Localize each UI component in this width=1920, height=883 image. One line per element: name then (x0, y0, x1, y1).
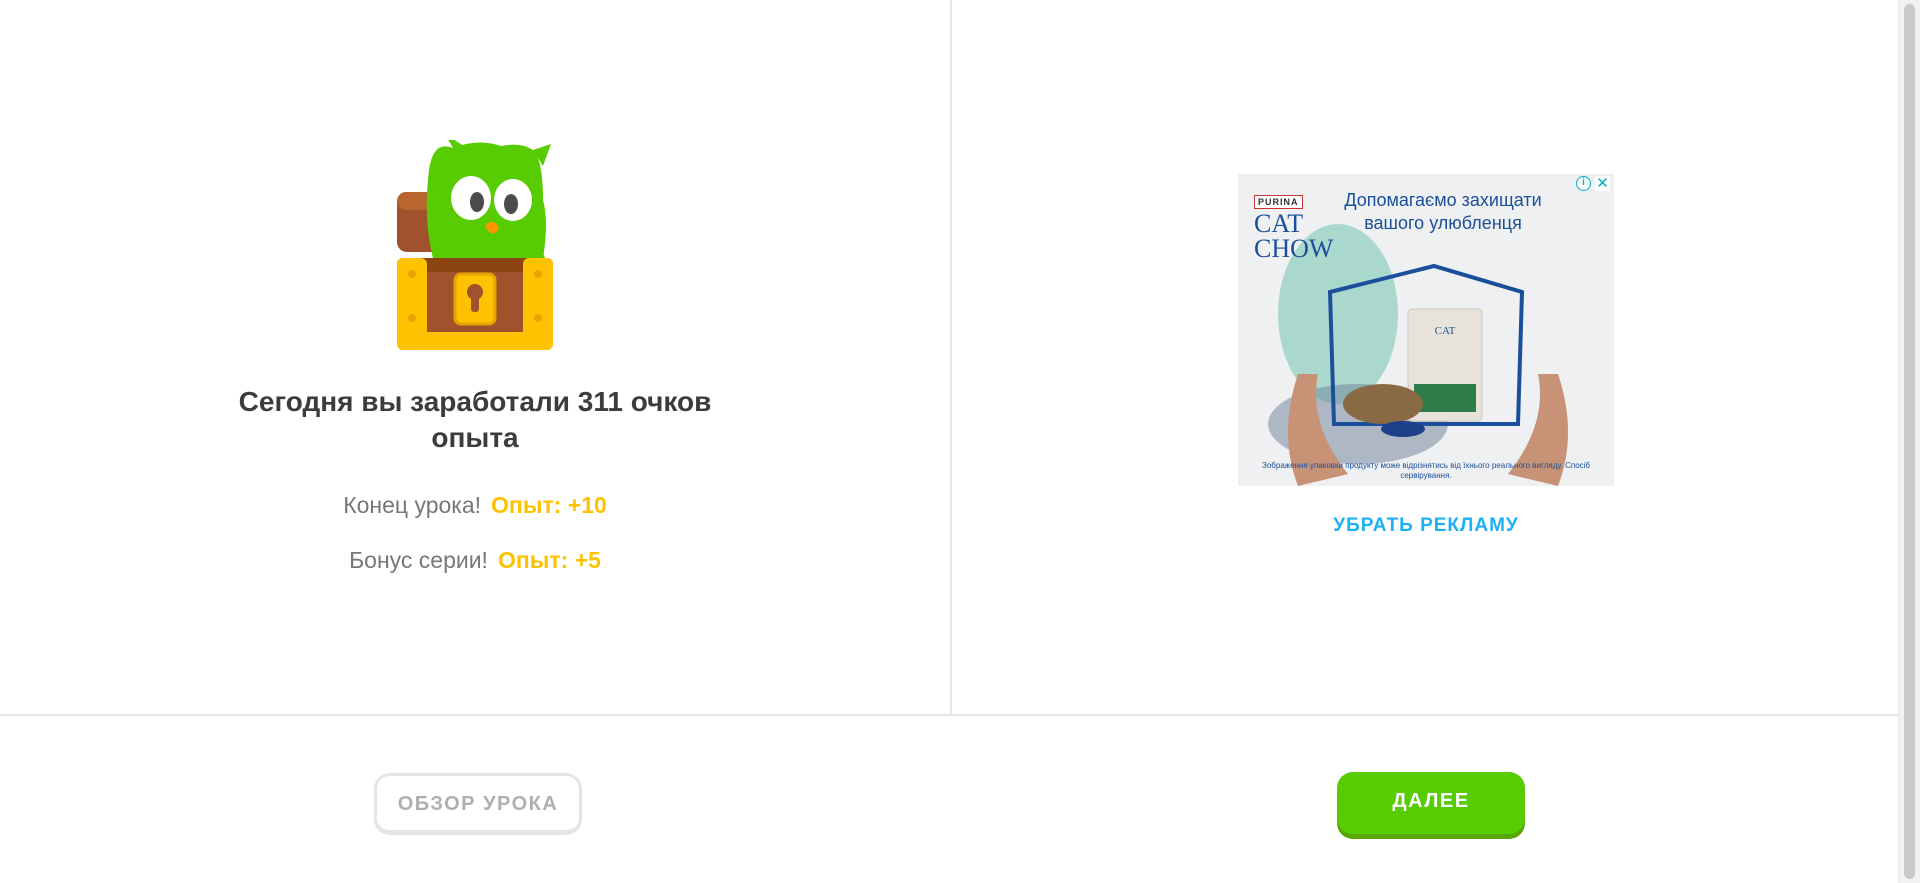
footer-bar: ОБЗОР УРОКА ДАЛЕЕ (0, 716, 1898, 883)
lesson-complete-xp-value: Опыт: +10 (491, 492, 607, 518)
main-panel: Сегодня вы заработали 311 очков опыта Ко… (0, 0, 1898, 716)
ad-close-icon[interactable]: ✕ (1595, 176, 1610, 191)
vertical-scrollbar[interactable] (1898, 0, 1920, 883)
scrollbar-thumb[interactable] (1904, 4, 1915, 879)
ad-headline: Допомагаємо захищати вашого улюбленця (1344, 190, 1542, 233)
continue-button[interactable]: ДАЛЕЕ (1337, 772, 1525, 834)
streak-bonus-xp-value: Опыт: +5 (497, 547, 601, 573)
ad-disclaimer: Зображення упаковки продукту може відріз… (1262, 461, 1590, 480)
lesson-complete-label: Конец урока! (343, 492, 482, 518)
ad-brand-logo: PURINA CAT CHOW (1254, 192, 1340, 263)
lesson-complete-xp-row: Конец урока! Опыт: +10 (200, 490, 750, 520)
ad-controls: i ✕ (1576, 176, 1610, 191)
ad-panel: CAT PURINA CAT CHOW Допомагаємо захищати… (952, 0, 1898, 714)
ad-brand-top: PURINA (1254, 195, 1303, 209)
ad-info-icon[interactable]: i (1576, 176, 1591, 191)
streak-bonus-xp-row: Бонус серии! Опыт: +5 (200, 545, 750, 575)
results-panel: Сегодня вы заработали 311 очков опыта Ко… (0, 0, 950, 714)
owl-in-treasure-chest-icon (397, 140, 553, 350)
remove-ads-link[interactable]: УБРАТЬ РЕКЛАМУ (1238, 515, 1614, 537)
review-lesson-button[interactable]: ОБЗОР УРОКА (374, 773, 582, 835)
ad-brand-line2: CHOW (1254, 234, 1334, 263)
streak-bonus-label: Бонус серии! (349, 547, 488, 573)
xp-earned-headline: Сегодня вы заработали 311 очков опыта (238, 386, 712, 453)
lesson-complete-page: Сегодня вы заработали 311 очков опыта Ко… (0, 0, 1898, 883)
svg-text:CAT: CAT (1435, 325, 1456, 337)
ad-brand-line1: CAT (1254, 209, 1304, 238)
advertisement-banner[interactable]: CAT PURINA CAT CHOW Допомагаємо захищати… (1238, 174, 1614, 486)
